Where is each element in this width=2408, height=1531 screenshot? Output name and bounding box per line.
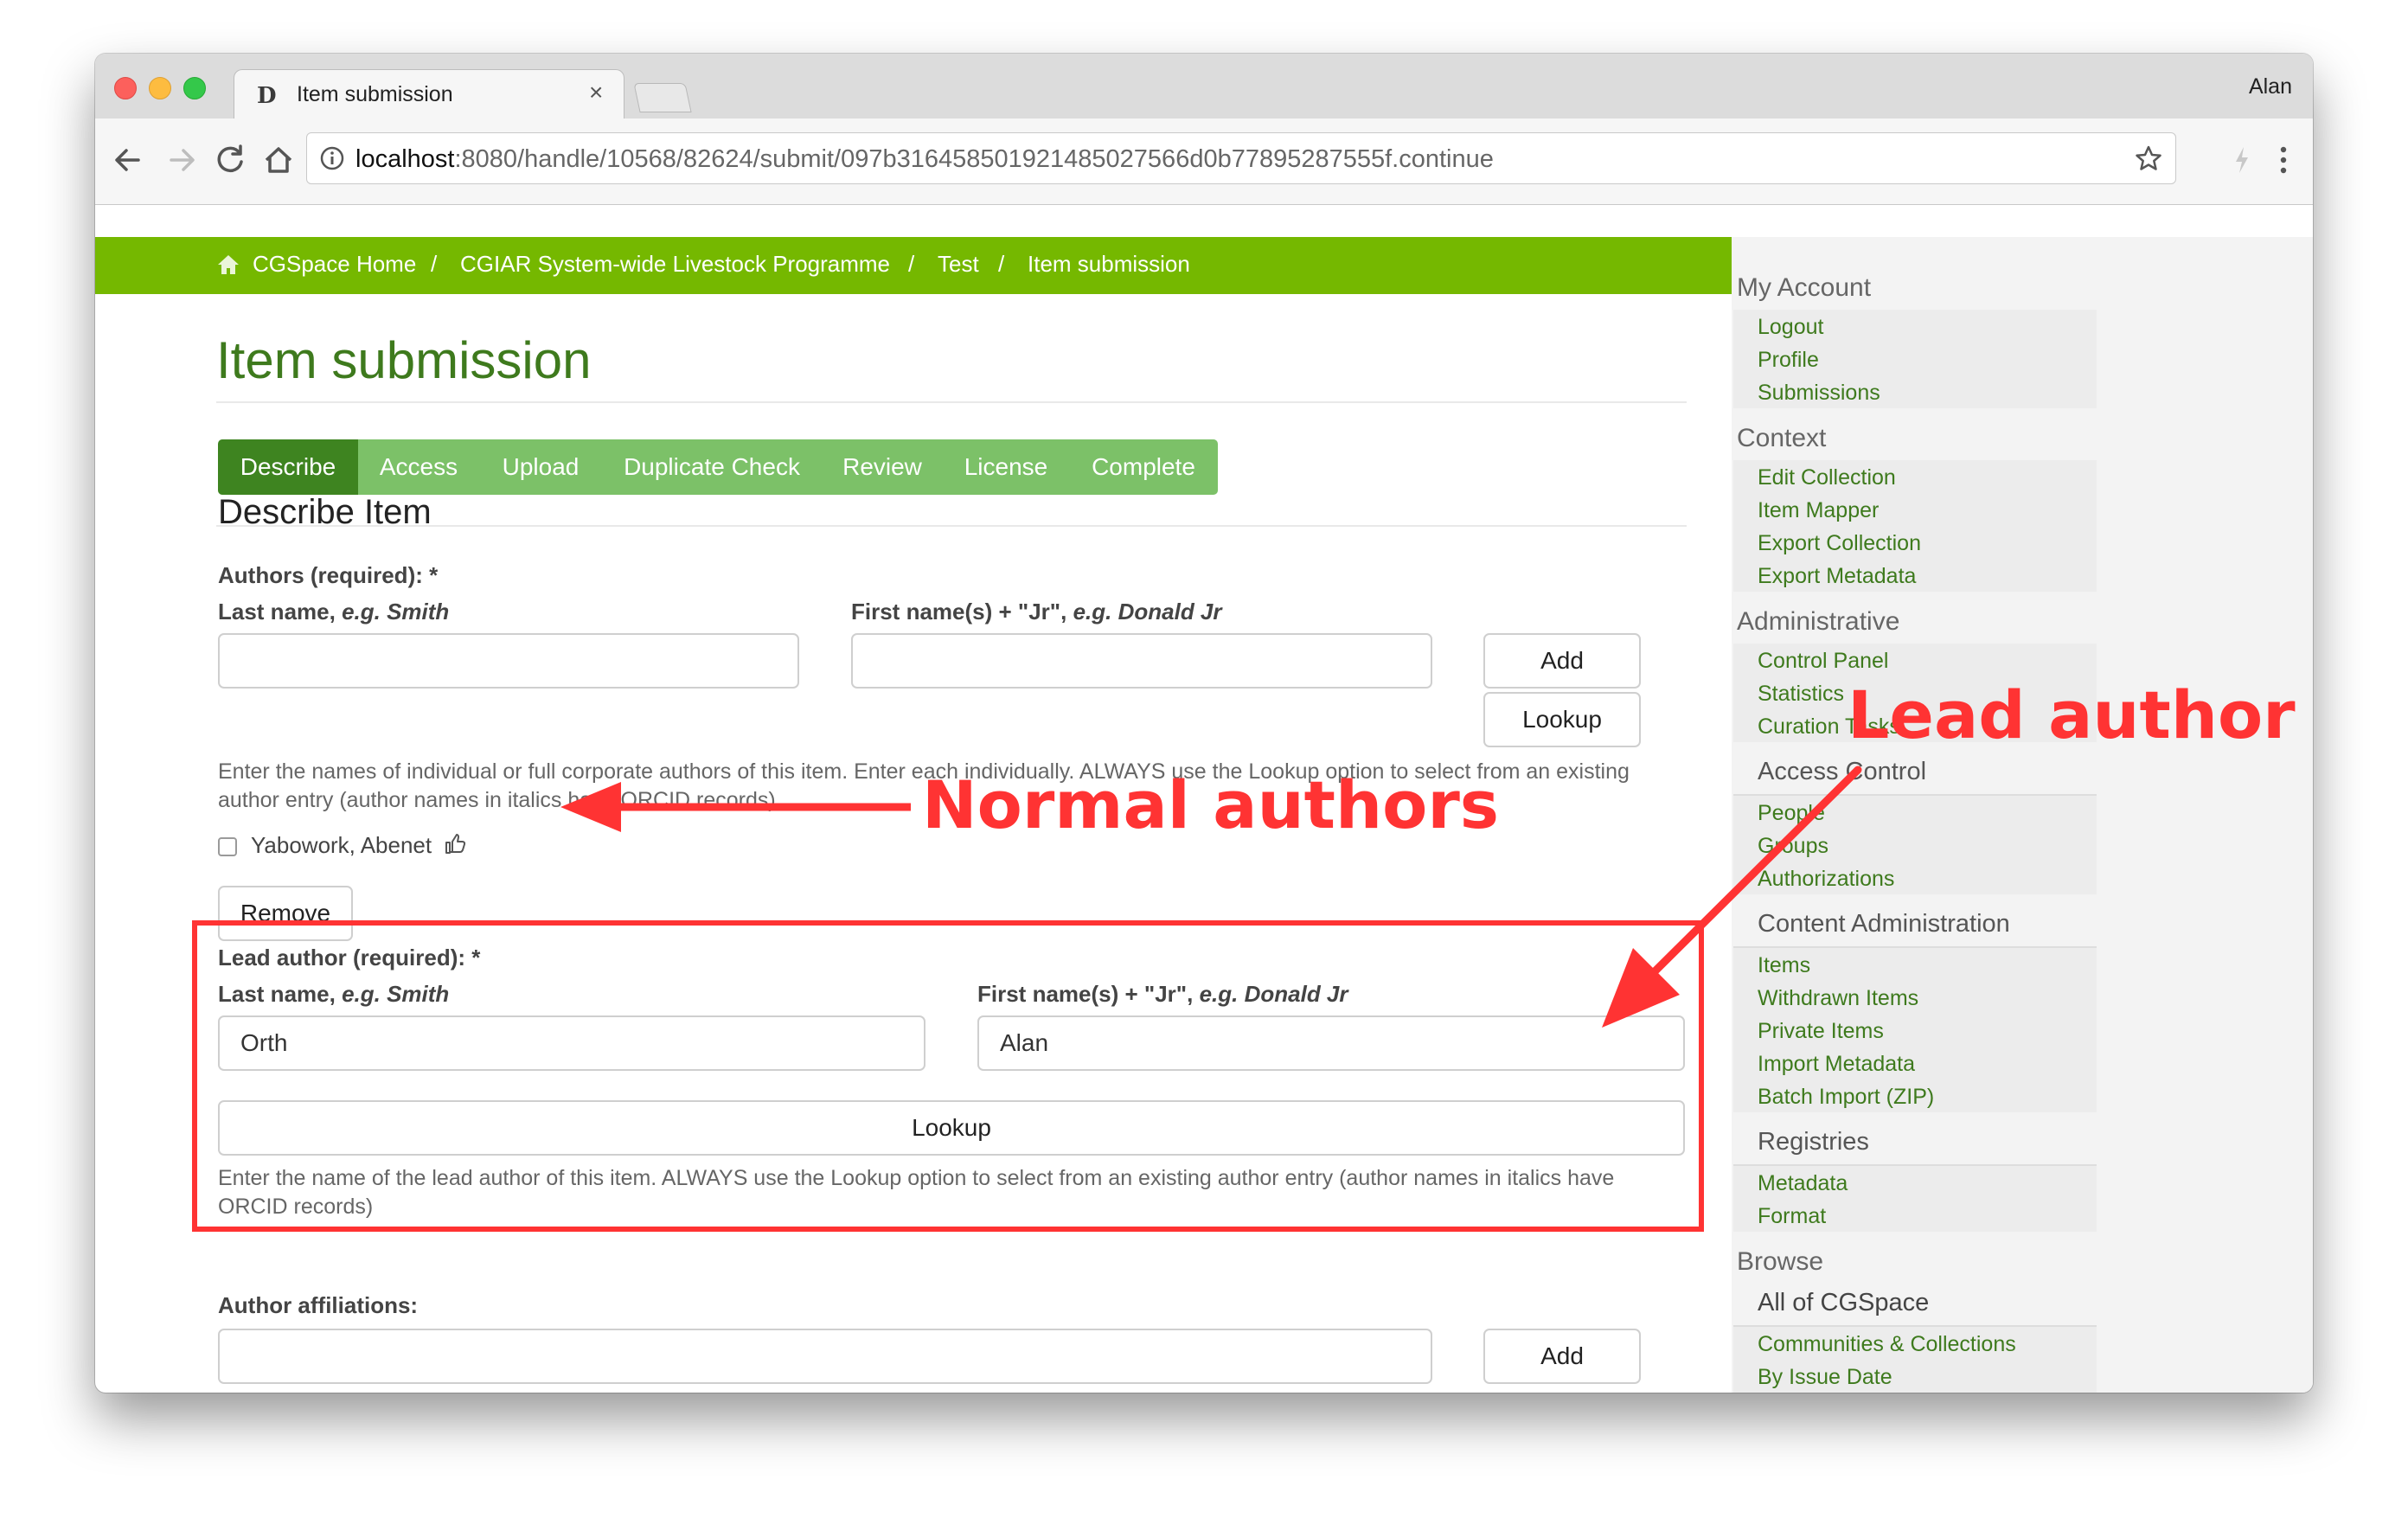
sidebar-subheading-all-of-cgspace[interactable]: All of CGSpace [1758,1289,1929,1317]
sidebar-link-export-metadata[interactable]: Export Metadata [1758,564,1916,589]
sidebar-link-format[interactable]: Format [1758,1204,1826,1229]
sidebar-link-communities-collections[interactable]: Communities & Collections [1758,1332,2016,1357]
lead-author-help-text: Enter the name of the lead author of thi… [218,1166,1615,1219]
sidebar-subheading-registries: Registries [1758,1128,1869,1156]
breadcrumb-current: Item submission [1028,251,1190,277]
page-title: Item submission [216,331,592,389]
sidebar-link-logout[interactable]: Logout [1758,315,1823,340]
sidebar-heading-my-account: My Account [1737,273,1872,302]
section-divider [216,525,1687,527]
author-first-name-input[interactable] [851,633,1432,689]
step-license[interactable]: License [943,439,1070,495]
add-author-button[interactable]: Add [1483,633,1641,689]
step-review[interactable]: Review [822,439,944,495]
forward-arrow-icon[interactable] [164,141,199,179]
first-name-label: First name(s) + "Jr", e.g. Donald Jr [851,599,1222,625]
extension-lightning-icon[interactable] [2232,144,2252,176]
menu-kebab-icon[interactable] [2278,144,2289,176]
lead-author-label: Lead author (required): * [218,945,481,970]
new-tab-button[interactable] [633,83,692,112]
sidebar-link-metadata[interactable]: Metadata [1758,1171,1848,1196]
author-checkbox[interactable] [218,837,237,856]
browser-titlebar: D Item submission × Alan [95,54,2313,120]
sidebar-link-import-metadata[interactable]: Import Metadata [1758,1052,1915,1077]
title-divider [216,401,1687,403]
minimize-window-button[interactable] [149,77,171,99]
breadcrumb-separator: / [998,251,1005,277]
tab-close-icon[interactable]: × [589,79,603,106]
step-complete[interactable]: Complete [1069,439,1218,495]
address-bar[interactable]: localhost:8080/handle/10568/82624/submit… [306,132,2176,184]
breadcrumb-separator: / [431,251,438,277]
sidebar-link-profile[interactable]: Profile [1758,348,1819,373]
browser-tab[interactable]: D Item submission × [234,69,624,120]
lead-first-name-label: First name(s) + "Jr", e.g. Donald Jr [977,981,1348,1007]
sidebar-link-item-mapper[interactable]: Item Mapper [1758,498,1879,523]
lead-author-annotation: Lead author [1848,676,2296,753]
author-entry: Yabowork, Abenet [251,832,432,858]
breadcrumb-community-link[interactable]: CGIAR System-wide Livestock Programme [460,251,890,278]
lookup-lead-author-button[interactable]: Lookup [218,1100,1685,1156]
orcid-thumbs-up-icon [443,832,467,856]
reload-icon[interactable] [211,141,249,179]
breadcrumb-home-link[interactable]: CGSpace Home [253,251,416,278]
step-duplicate-check[interactable]: Duplicate Check [602,439,823,495]
affiliations-label: Author affiliations: [218,1292,419,1318]
step-upload[interactable]: Upload [479,439,603,495]
close-window-button[interactable] [114,77,137,99]
step-describe[interactable]: Describe [218,439,359,495]
affiliation-input[interactable] [218,1329,1432,1384]
sidebar-link-by-issue-date[interactable]: By Issue Date [1758,1365,1892,1390]
tab-title: Item submission [297,82,453,106]
zoom-window-button[interactable] [183,77,206,99]
sidebar-link-batch-import[interactable]: Batch Import (ZIP) [1758,1085,1934,1110]
sidebar-link-export-collection[interactable]: Export Collection [1758,531,1921,556]
sidebar-link-submissions[interactable]: Submissions [1758,381,1880,406]
last-name-label: Last name, e.g. Smith [218,599,450,625]
sidebar-link-statistics[interactable]: Statistics [1758,682,1844,707]
sidebar-link-edit-collection[interactable]: Edit Collection [1758,465,1896,490]
author-last-name-input[interactable] [218,633,799,689]
back-arrow-icon[interactable] [111,141,145,179]
authors-label: Authors (required): * [218,562,439,588]
lookup-author-button[interactable]: Lookup [1483,692,1641,747]
step-access[interactable]: Access [358,439,480,495]
sidebar-heading-context: Context [1737,424,1827,452]
browser-profile-name[interactable]: Alan [2249,74,2292,99]
home-icon [216,253,240,277]
sidebar-link-control-panel[interactable]: Control Panel [1758,649,1888,674]
url-text: localhost:8080/handle/10568/82624/submit… [355,145,1494,173]
sidebar-heading-administrative: Administrative [1737,607,1900,636]
breadcrumb-separator: / [908,251,915,277]
browser-toolbar: localhost:8080/handle/10568/82624/submit… [95,119,2313,205]
normal-authors-arrow-icon [560,777,915,837]
normal-authors-annotation: Normal authors [922,766,1500,843]
home-icon[interactable] [259,141,298,179]
sidebar-heading-browse: Browse [1737,1247,1824,1276]
add-affiliation-button[interactable]: Add [1483,1329,1641,1384]
lead-author-last-name-input[interactable]: Orth [218,1015,925,1071]
dspace-favicon-icon: D [257,83,277,109]
lead-author-first-name-input[interactable]: Alan [977,1015,1685,1071]
browser-window: D Item submission × Alan localhost:8080/… [95,54,2313,1393]
info-icon[interactable] [319,145,345,171]
bookmark-star-icon[interactable] [2134,144,2163,173]
lead-author-arrow-icon [1583,763,1868,1040]
lead-last-name-label: Last name, e.g. Smith [218,981,450,1007]
breadcrumb-collection-link[interactable]: Test [938,251,979,278]
